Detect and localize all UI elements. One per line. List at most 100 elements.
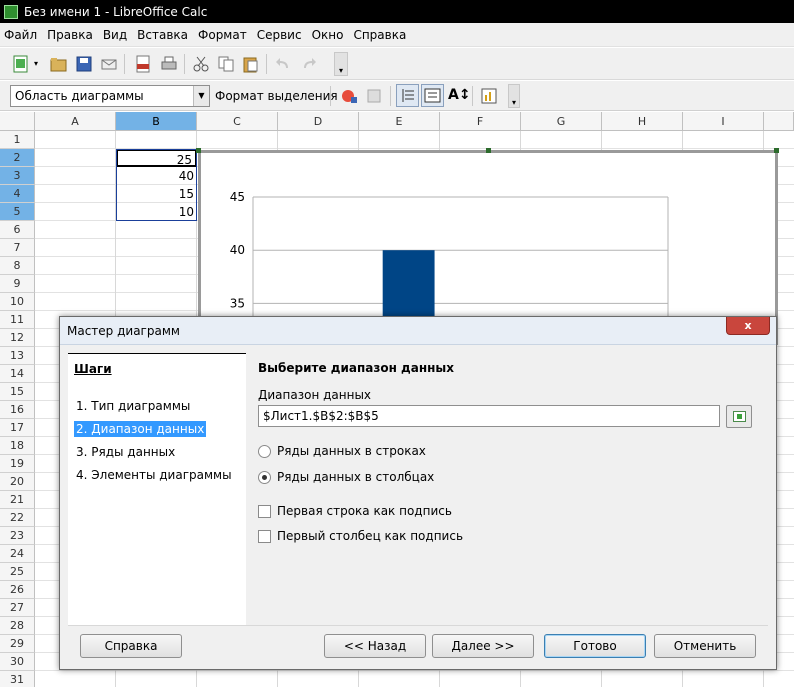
column-header[interactable]: D <box>278 112 359 131</box>
row-header[interactable]: 26 <box>0 581 35 599</box>
column-header[interactable]: A <box>35 112 116 131</box>
row-header[interactable]: 18 <box>0 437 35 455</box>
row-header[interactable]: 3 <box>0 167 35 185</box>
paste-icon[interactable] <box>242 55 260 73</box>
row-header[interactable]: 21 <box>0 491 35 509</box>
select-range-button[interactable] <box>726 405 752 428</box>
cell-b2[interactable]: 25 <box>116 149 197 167</box>
radio-button[interactable] <box>258 444 271 458</box>
row-header[interactable]: 31 <box>0 671 35 687</box>
open-folder-icon[interactable] <box>50 55 68 73</box>
redo-icon[interactable] <box>300 55 318 73</box>
checkbox[interactable] <box>258 504 271 518</box>
column-header-selected[interactable]: B <box>116 112 197 131</box>
data-range-input[interactable]: $Лист1.$B$2:$B$5 <box>258 405 720 427</box>
row-header[interactable]: 20 <box>0 473 35 491</box>
close-button[interactable]: x <box>726 317 770 335</box>
export-pdf-icon[interactable] <box>134 55 152 73</box>
row-header[interactable]: 5 <box>0 203 35 221</box>
row-header[interactable]: 29 <box>0 635 35 653</box>
select-chart-element-combo[interactable]: Область диаграммы ▼ <box>10 85 210 107</box>
column-header[interactable]: E <box>359 112 440 131</box>
row-header[interactable]: 1 <box>0 131 35 149</box>
row-header[interactable]: 15 <box>0 383 35 401</box>
menu-insert[interactable]: Вставка <box>137 28 194 42</box>
menu-help[interactable]: Справка <box>353 28 412 42</box>
row-header[interactable]: 24 <box>0 545 35 563</box>
column-header[interactable]: G <box>521 112 602 131</box>
horizontal-grids-button[interactable] <box>396 84 419 107</box>
new-document-icon[interactable] <box>12 55 30 73</box>
checkbox-first-column-label[interactable]: Первый столбец как подпись <box>258 529 463 543</box>
chart-type-icon[interactable] <box>340 87 358 105</box>
back-button[interactable]: << Назад <box>324 634 426 658</box>
toolbar-overflow-icon[interactable]: ▾ <box>508 84 520 108</box>
new-dropdown-icon[interactable]: ▾ <box>34 59 38 68</box>
checkbox-first-row-label[interactable]: Первая строка как подпись <box>258 504 452 518</box>
cut-icon[interactable] <box>192 55 210 73</box>
cell-b4[interactable]: 15 <box>116 185 197 203</box>
copy-icon[interactable] <box>217 55 235 73</box>
menu-view[interactable]: Вид <box>103 28 133 42</box>
column-header[interactable]: I <box>683 112 764 131</box>
undo-icon[interactable] <box>274 55 292 73</box>
save-disk-icon[interactable] <box>75 55 93 73</box>
row-header[interactable]: 4 <box>0 185 35 203</box>
next-button[interactable]: Далее >> <box>432 634 534 658</box>
cell-b3[interactable]: 40 <box>116 167 197 185</box>
checkbox[interactable] <box>258 529 271 543</box>
row-header[interactable]: 7 <box>0 239 35 257</box>
row-header[interactable]: 19 <box>0 455 35 473</box>
radio-series-in-rows[interactable]: Ряды данных в строках <box>258 444 426 458</box>
row-header[interactable]: 10 <box>0 293 35 311</box>
automatic-layout-icon[interactable] <box>480 87 498 105</box>
row-header[interactable]: 28 <box>0 617 35 635</box>
radio-button-selected[interactable] <box>258 470 271 484</box>
toolbar-overflow-icon[interactable]: ▾ <box>334 52 348 76</box>
row-header[interactable]: 23 <box>0 527 35 545</box>
step-chart-elements[interactable]: 4. Элементы диаграммы <box>74 467 234 483</box>
row-header[interactable]: 16 <box>0 401 35 419</box>
column-header[interactable]: H <box>602 112 683 131</box>
cancel-button[interactable]: Отменить <box>654 634 756 658</box>
row-header[interactable]: 14 <box>0 365 35 383</box>
row-header[interactable]: 9 <box>0 275 35 293</box>
menu-edit[interactable]: Правка <box>47 28 99 42</box>
chart-resize-handle[interactable] <box>774 148 779 153</box>
row-header[interactable]: 6 <box>0 221 35 239</box>
select-all-corner[interactable] <box>0 112 35 131</box>
row-header[interactable]: 30 <box>0 653 35 671</box>
scale-text-icon[interactable]: A↕ <box>448 87 471 103</box>
step-chart-type[interactable]: 1. Тип диаграммы <box>74 398 192 414</box>
format-selection-button[interactable]: Формат выделения <box>215 89 338 103</box>
email-icon[interactable] <box>100 55 118 73</box>
legend-toggle-button[interactable] <box>421 84 444 107</box>
dialog-title-bar[interactable]: Мастер диаграмм x <box>60 317 776 345</box>
row-header[interactable]: 27 <box>0 599 35 617</box>
finish-button[interactable]: Готово <box>544 634 646 658</box>
row-header[interactable]: 17 <box>0 419 35 437</box>
print-icon[interactable] <box>160 55 178 73</box>
chart-resize-handle[interactable] <box>196 148 201 153</box>
menu-window[interactable]: Окно <box>312 28 350 42</box>
row-header[interactable]: 22 <box>0 509 35 527</box>
menu-format[interactable]: Формат <box>198 28 253 42</box>
row-header[interactable]: 11 <box>0 311 35 329</box>
menu-tools[interactable]: Сервис <box>257 28 308 42</box>
chart-resize-handle[interactable] <box>486 148 491 153</box>
column-header[interactable]: C <box>197 112 278 131</box>
column-header[interactable] <box>764 112 794 131</box>
menu-file[interactable]: Файл <box>4 28 43 42</box>
radio-series-in-columns[interactable]: Ряды данных в столбцах <box>258 470 434 484</box>
cell-b5[interactable]: 10 <box>116 203 197 221</box>
step-data-range[interactable]: 2. Диапазон данных <box>74 421 207 437</box>
row-header[interactable]: 13 <box>0 347 35 365</box>
row-header[interactable]: 8 <box>0 257 35 275</box>
row-header[interactable]: 12 <box>0 329 35 347</box>
help-button[interactable]: Справка <box>80 634 182 658</box>
row-header[interactable]: 25 <box>0 563 35 581</box>
chevron-down-icon[interactable]: ▼ <box>193 86 209 106</box>
step-data-series[interactable]: 3. Ряды данных <box>74 444 177 460</box>
row-header[interactable]: 2 <box>0 149 35 167</box>
column-header[interactable]: F <box>440 112 521 131</box>
